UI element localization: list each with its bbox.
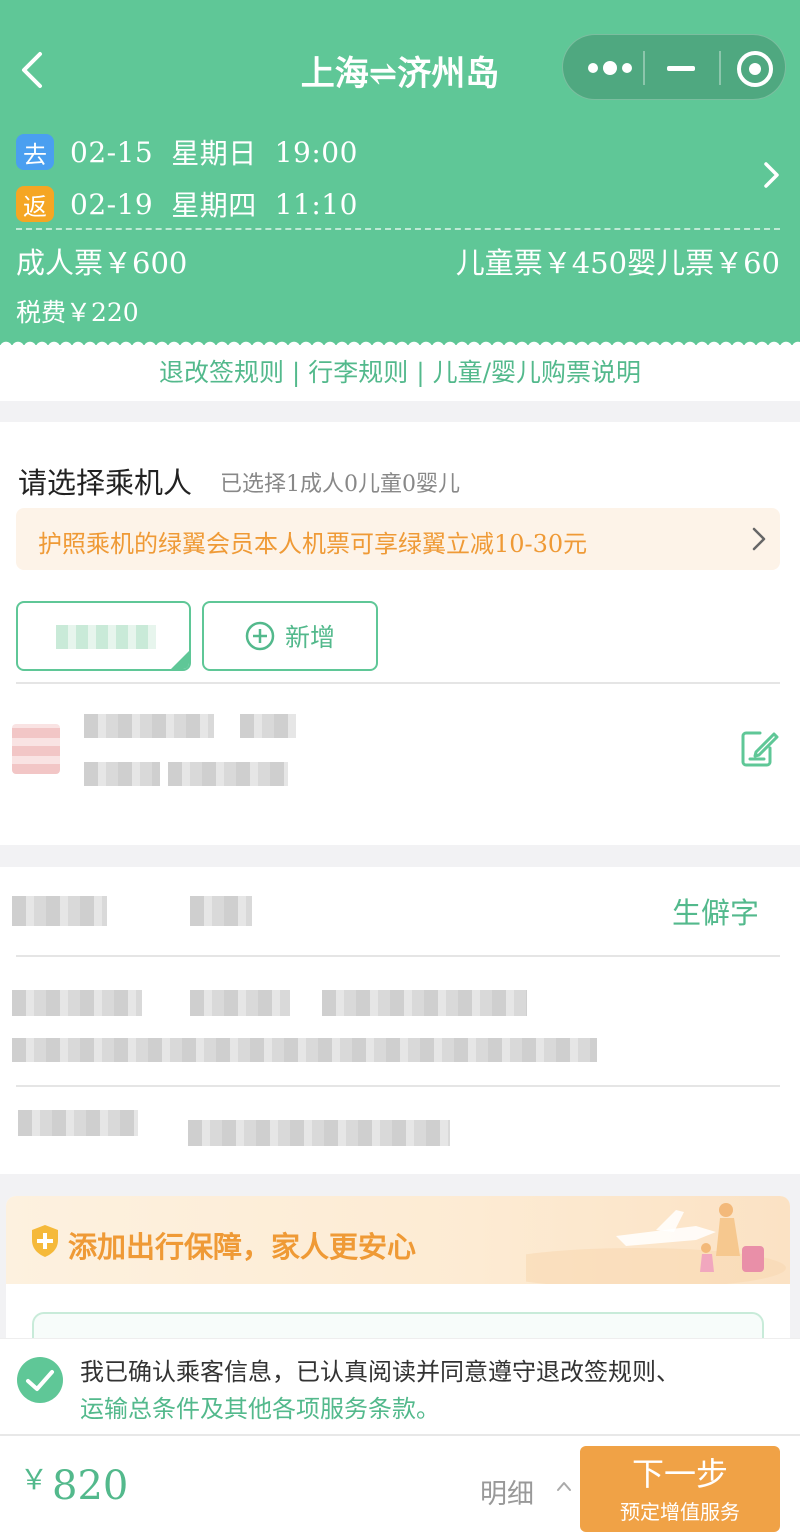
tax-fee: 税费￥220 bbox=[16, 298, 139, 327]
adult-price: 成人票￥600 bbox=[16, 246, 188, 280]
promo-text: 护照乘机的绿翼会员本人机票可享绿翼立减10-30元 bbox=[38, 530, 588, 558]
outbound-tag: 去 bbox=[16, 134, 54, 170]
redacted-text bbox=[84, 714, 214, 738]
plus-circle-icon bbox=[245, 621, 275, 651]
return-date: 02-19 bbox=[70, 187, 154, 221]
currency-symbol: ￥ bbox=[20, 1463, 49, 1496]
divider bbox=[16, 1085, 780, 1087]
child-infant-price: 儿童票￥450婴儿票￥60 bbox=[455, 246, 780, 280]
outbound-flight-row[interactable]: 去 02-15 星期日 19:00 bbox=[16, 132, 376, 172]
protection-title: 添加出行保障，家人更安心 bbox=[68, 1230, 417, 1264]
redacted-field-label bbox=[12, 896, 107, 926]
airplane-traveler-illustration bbox=[526, 1203, 786, 1284]
selected-corner-mark bbox=[171, 651, 189, 669]
outbound-weekday: 星期日 bbox=[171, 137, 257, 170]
return-time: 11:10 bbox=[274, 187, 358, 221]
chevron-right-icon bbox=[752, 527, 766, 551]
check-circle-icon[interactable] bbox=[16, 1356, 64, 1404]
chevron-right-icon[interactable] bbox=[758, 160, 784, 190]
next-step-label: 下一步 bbox=[631, 1455, 728, 1493]
total-amount: 820 bbox=[52, 1463, 129, 1509]
passenger-section-title: 请选择乘机人 bbox=[18, 466, 193, 500]
redacted-passenger-name bbox=[56, 625, 156, 649]
return-flight-row[interactable]: 返 02-19 星期四 11:10 bbox=[16, 184, 376, 224]
return-weekday: 星期四 bbox=[171, 189, 257, 222]
redacted-field-note bbox=[12, 1038, 597, 1062]
shield-plus-icon bbox=[32, 1225, 58, 1257]
flight-header: 上海⇌济州岛 去 02-15 星期日 19:00 返 02-19 星期四 11:… bbox=[0, 0, 800, 348]
redacted-text bbox=[168, 762, 288, 786]
return-tag: 返 bbox=[16, 186, 54, 222]
next-step-sublabel: 预定增值服务 bbox=[620, 1500, 740, 1524]
chevron-up-icon[interactable] bbox=[556, 1480, 572, 1492]
redacted-field-label bbox=[12, 990, 142, 1016]
capsule-divider bbox=[643, 51, 645, 85]
protection-header: 添加出行保障，家人更安心 bbox=[6, 1196, 790, 1284]
redacted-field-value bbox=[190, 990, 290, 1016]
header-divider bbox=[16, 228, 780, 230]
mini-program-capsule bbox=[562, 34, 786, 100]
agreement-text: 我已确认乘客信息，已认真阅读并同意遵守退改签规则、 bbox=[80, 1358, 680, 1386]
edit-icon[interactable] bbox=[740, 728, 780, 768]
section-gap bbox=[0, 845, 800, 867]
divider bbox=[16, 682, 780, 684]
rules-links[interactable]: 退改签规则 | 行李规则 | 儿童/婴儿购票说明 bbox=[0, 345, 800, 401]
minimize-icon[interactable] bbox=[667, 66, 695, 71]
redacted-field-value bbox=[322, 990, 527, 1016]
passenger-chip-selected[interactable] bbox=[16, 601, 191, 671]
redacted-field-label bbox=[18, 1110, 138, 1136]
add-label: 新增 bbox=[284, 623, 335, 652]
redacted-field-value bbox=[190, 896, 252, 926]
travel-protection-card: 添加出行保障，家人更安心 bbox=[6, 1196, 790, 1356]
member-promo-banner[interactable]: 护照乘机的绿翼会员本人机票可享绿翼立减10-30元 bbox=[16, 508, 780, 570]
close-target-icon[interactable] bbox=[737, 51, 773, 87]
redacted-text bbox=[84, 762, 160, 786]
redacted-field-value bbox=[188, 1120, 450, 1146]
next-step-button[interactable]: 下一步 预定增值服务 bbox=[580, 1446, 780, 1532]
outbound-time: 19:00 bbox=[274, 135, 358, 169]
redacted-avatar bbox=[12, 724, 60, 774]
redacted-text bbox=[240, 714, 296, 738]
capsule-divider bbox=[719, 51, 721, 85]
outbound-date: 02-15 bbox=[70, 135, 154, 169]
more-dots-icon[interactable] bbox=[587, 55, 633, 81]
add-passenger-button[interactable]: 新增 bbox=[202, 601, 378, 671]
total-price: ￥ 820 bbox=[20, 1458, 128, 1509]
rare-character-link[interactable]: 生僻字 bbox=[672, 890, 759, 932]
divider bbox=[16, 955, 780, 957]
passenger-selected-summary: 已选择1成人0儿童0婴儿 bbox=[220, 472, 460, 497]
terms-link[interactable]: 运输总条件及其他各项服务条款。 bbox=[80, 1389, 440, 1424]
price-detail-toggle[interactable]: 明细 bbox=[480, 1472, 534, 1511]
